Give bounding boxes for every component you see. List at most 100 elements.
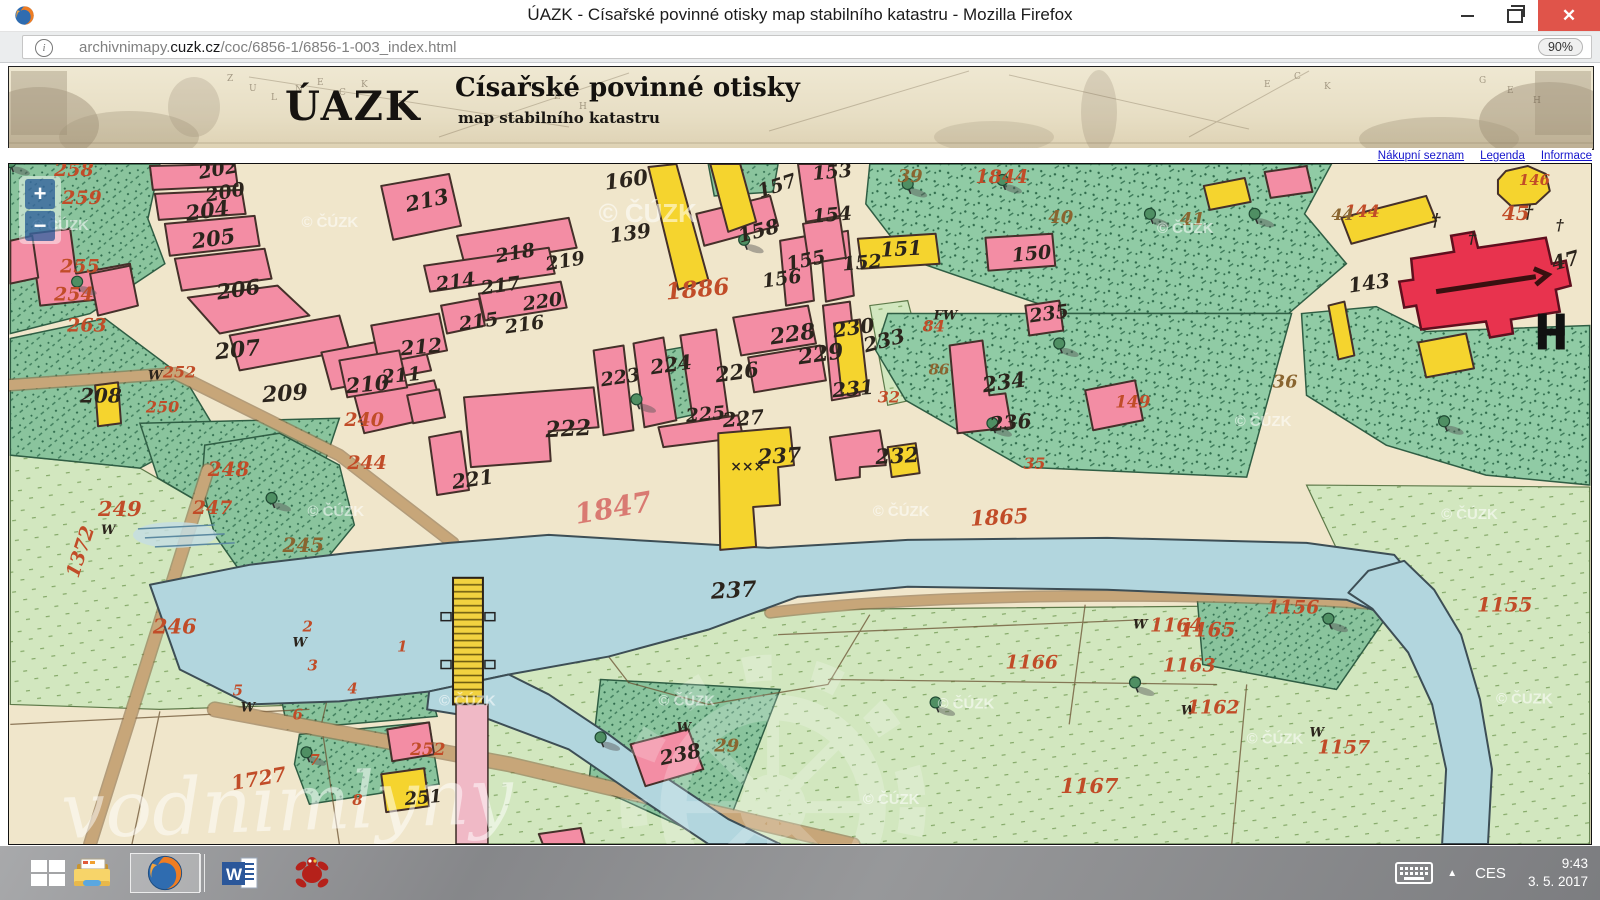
map-label: 250 [145,397,179,416]
map-label: 150 [1011,241,1052,266]
map-label: 1156 [1267,597,1320,619]
map-label: 248 [207,457,250,481]
tray-expand-arrow[interactable]: ▲ [1447,868,1457,879]
map-label: 86 [929,360,950,378]
copyright-watermark: © ČÚZK [301,213,358,231]
map-label: 255 [59,256,100,278]
firefox-taskbar-button[interactable] [130,853,200,893]
copyright-watermark: © ČÚZK [863,790,920,808]
copyright-watermark: © ČÚZK [599,198,698,228]
copyright-watermark: © ČÚZK [1157,219,1214,237]
map-label: † [1556,216,1565,234]
map-label: 29 [713,735,739,756]
map-label: 36 [1273,371,1298,392]
map-label: 2 [301,618,312,636]
link-informace[interactable]: Informace [1541,150,1592,162]
map-label: W [292,636,308,651]
link-legenda[interactable]: Legenda [1480,150,1525,162]
copyright-watermark: © ČÚZK [873,502,930,520]
map-label: 152 [841,250,882,275]
zoom-in-button[interactable]: + [25,179,55,209]
copyright-watermark: © ČÚZK [1235,412,1292,430]
cadastral-map[interactable]: + − [8,163,1592,845]
map-label: 252 [409,739,446,759]
svg-text:Z: Z [227,74,233,84]
link-nakupni-seznam[interactable]: Nákupní seznam [1378,150,1464,162]
map-label: 6 [292,705,303,723]
map-label: W [148,368,164,383]
map-label: 154 [811,202,852,227]
map-label: 1162 [1187,696,1240,718]
map-label: 212 [399,333,444,361]
map-label: 5 [233,681,243,699]
start-icon [31,860,65,887]
map-label: 151 [880,236,923,262]
svg-text:E: E [1507,86,1514,96]
tray-language[interactable]: CES [1475,865,1506,882]
url-field[interactable]: i archivnimapy.cuzk.cz/coc/6856-1/6856-1… [22,35,1592,59]
firefox-icon [146,854,184,892]
minimize-button[interactable] [1444,0,1490,31]
map-zoom-control: + − [19,176,61,244]
restore-icon [1507,9,1523,23]
map-label: 231 [830,375,875,403]
tray-time: 9:43 [1528,855,1588,873]
map-label: 1155 [1477,593,1533,617]
map-label: † [1431,210,1441,231]
copyright-watermark: © ČÚZK [938,694,995,712]
tray-clock[interactable]: 9:43 3. 5. 2017 [1528,855,1588,891]
close-button[interactable]: ✕ [1538,0,1600,31]
svg-text:C: C [1294,72,1301,82]
map-label: 84 [923,317,945,336]
svg-text:L: L [271,93,277,103]
map-label: 244 [346,452,387,474]
copyright-watermark: © ČÚZK [1247,729,1304,747]
map-label: 252 [162,362,196,381]
system-tray: ▲ CES 9:43 3. 5. 2017 [1395,846,1600,900]
zoom-out-button[interactable]: − [25,211,55,241]
map-label: W [241,700,257,715]
map-label: 1157 [1317,736,1370,758]
map-label: 225 [684,402,726,427]
copyright-watermark: © ČÚZK [439,691,496,709]
word-icon: W [220,855,260,891]
svg-text:W: W [226,865,243,884]
address-bar: i archivnimapy.cuzk.cz/coc/6856-1/6856-1… [0,32,1600,63]
svg-text:U: U [249,84,257,94]
svg-text:vodnimlyny: vodnimlyny [60,751,516,844]
site-subtitle: map stabilního katastru [458,109,660,127]
map-label: 208 [79,383,122,407]
copyright-watermark: © ČÚZK [1496,689,1553,707]
restore-button[interactable] [1492,0,1538,31]
map-label: 249 [97,496,142,521]
map-label: 209 [260,379,308,408]
copyright-watermark: © ČÚZK [658,691,715,709]
map-label: 1163 [1163,655,1216,677]
map-label: 210 [344,370,391,399]
svg-text:K: K [1324,82,1331,92]
svg-text:G: G [1479,76,1486,86]
browser-titlebar: ÚAZK - Císařské povinné otisky map stabi… [0,0,1600,32]
tray-date: 3. 5. 2017 [1528,873,1588,891]
keyboard-icon[interactable] [1395,861,1433,885]
map-label: W [676,720,692,735]
map-canvas: vodnimlyny 20220020420520620720920821321… [9,164,1591,844]
map-label: 39 [898,166,923,187]
map-label: 254 [53,284,94,306]
irfanview-button[interactable] [284,853,340,893]
map-label: 240 [343,409,384,431]
map-label: 245 [282,533,325,557]
map-label: 3 [307,657,317,675]
info-icon[interactable]: i [35,39,53,57]
file-explorer-button[interactable] [64,853,120,893]
map-label: 1886 [665,273,731,305]
map-label: 1844 [975,166,1028,188]
word-button[interactable]: W [212,853,268,893]
map-label: 149 [1115,391,1151,411]
page-zoom-badge[interactable]: 90% [1538,38,1583,56]
copyright-watermark: © ČÚZK [307,502,364,520]
taskbar: W [0,846,1600,900]
file-explorer-icon [72,855,112,891]
map-label: 237 [709,576,757,604]
map-label: 227 [721,405,766,433]
